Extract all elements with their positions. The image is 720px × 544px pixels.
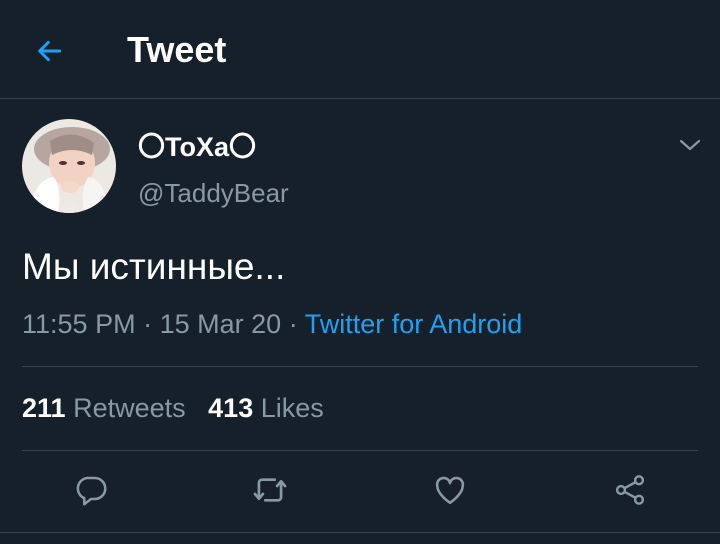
share-icon (615, 475, 645, 505)
arrow-left-icon (38, 40, 62, 62)
retweets-count: 211 (22, 393, 66, 423)
tweet-date: 15 Mar 20 (159, 309, 282, 339)
engagement-stats: 211 Retweets 413 Likes (22, 390, 324, 426)
back-button[interactable] (30, 32, 68, 70)
heart-icon (435, 476, 465, 505)
meta-separator: · (288, 309, 298, 339)
tweet-source-link[interactable]: Twitter for Android (305, 309, 523, 339)
avatar-image (22, 119, 116, 213)
meta-separator: · (143, 309, 153, 339)
tweet-text: Мы истинные... (22, 246, 286, 287)
like-button[interactable] (428, 468, 472, 512)
likes-count: 413 (208, 393, 254, 423)
tweet-metadata: 11:55 PM · 15 Mar 20 · Twitter for Andro… (22, 306, 522, 342)
likes-label: Likes (260, 393, 324, 423)
reply-button[interactable] (69, 468, 113, 512)
retweets-stat[interactable]: 211 Retweets (22, 393, 186, 423)
retweet-icon (253, 478, 287, 502)
likes-stat[interactable]: 413 Likes (208, 393, 324, 423)
page-title: Tweet (127, 29, 227, 70)
avatar[interactable] (22, 119, 116, 213)
share-button[interactable] (608, 468, 652, 512)
retweets-label: Retweets (73, 393, 186, 423)
chevron-down-icon (679, 139, 701, 151)
bottom-divider (0, 532, 720, 533)
tweet-options-button[interactable] (672, 130, 708, 160)
tweet-detail-screen: Tweet 〇ToXa〇 @TaddyBear Мы истинные... 1… (0, 0, 720, 544)
display-name[interactable]: 〇ToXa〇 (138, 130, 256, 164)
retweet-button[interactable] (248, 468, 292, 512)
tweet-time: 11:55 PM (22, 309, 136, 339)
user-handle: @TaddyBear (138, 178, 289, 208)
divider (22, 366, 698, 367)
reply-icon (76, 476, 107, 506)
top-app-bar: Tweet (0, 0, 720, 99)
divider (22, 450, 698, 451)
